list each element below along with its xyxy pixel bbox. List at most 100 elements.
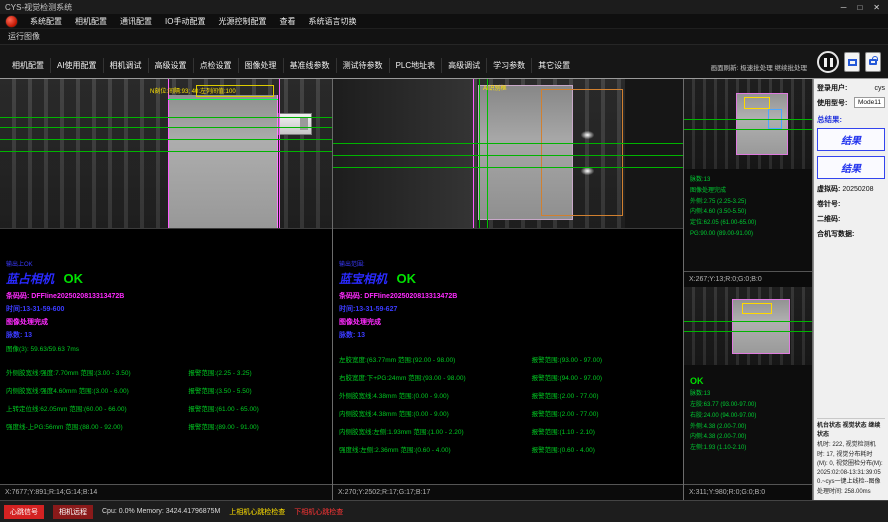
- tab-baseline-params[interactable]: 基准线参数: [284, 58, 337, 73]
- menu-item-light-control-config[interactable]: 光源控制配置: [218, 16, 266, 27]
- green-line-overlay: [333, 167, 683, 168]
- green-line-overlay: [333, 143, 683, 144]
- tab-advanced-settings[interactable]: 高级设置: [149, 58, 194, 73]
- menu-item-io-manual-config[interactable]: IO手动配置: [165, 16, 205, 27]
- process-status: 图像处理完成: [6, 317, 326, 327]
- tab-learning-params[interactable]: 学习参数: [487, 58, 532, 73]
- preview-line: 图像处理完成: [690, 186, 756, 197]
- login-user-value: cys: [875, 85, 886, 92]
- preview-line: 左胶:63.77 (93.00-97.00): [690, 400, 756, 411]
- alarm-range: 报警范围:(2.25 - 3.25): [188, 367, 251, 377]
- tab-plc-address[interactable]: PLC地址表: [390, 58, 443, 73]
- measure-value: 内侧胶宽线:强度4.60mm 范围:(3.00 - 6.00): [6, 385, 188, 395]
- maximize-button[interactable]: □: [857, 3, 862, 12]
- status-footer-line: (M): 0, 视觉圈检分布(M):: [817, 460, 885, 469]
- machine-status-footer: 机台状态 视觉状态 继续状态 机时: 222, 视觉检测机 时: 17, 视觉分…: [817, 418, 885, 497]
- green-line-overlay: [684, 129, 812, 130]
- measure-value: 内侧胶宽线:4.38mm 范围:(0.00 - 9.00): [339, 408, 532, 418]
- tab-camera-debug[interactable]: 相机调试: [104, 58, 149, 73]
- sub-measure-line: 图像(3): 59.63/59.63 7ms: [6, 343, 326, 353]
- pixel-coord-bar-mid: X:270;Y:2502;R:17;G:17;B:17: [333, 484, 683, 500]
- preview-camera-top[interactable]: 脉数:13 图像处理完成 外侧:2.75 (2.25-3.25) 内侧:4.60…: [684, 79, 812, 271]
- measure-value: 外侧胶宽线:强度:7.70mm 范围:(3.00 - 3.50): [6, 367, 188, 377]
- green-line-overlay: [0, 139, 332, 140]
- camera-image-mid[interactable]: AI识别框: [333, 79, 683, 229]
- pixel-coord-bar-left: X:7677;Y:891;R:14;G:14;B:14: [0, 484, 332, 500]
- green-line-overlay: [0, 127, 332, 128]
- measure-value: 强度线-上PG:56mm 范围:(88.00 - 92.00): [6, 421, 188, 431]
- tab-advanced-debug[interactable]: 高级调试: [442, 58, 487, 73]
- machinery-region: [333, 79, 473, 228]
- menu-item-system-config[interactable]: 系统配置: [30, 16, 62, 27]
- machinery-region: [625, 79, 683, 228]
- camera-panel-left: N刻位:间隔:93; 40:左列间值:100 输出上OK 蓝占相机 OK 条码码…: [0, 79, 333, 500]
- alarm-range: 报警范围:(3.50 - 5.50): [188, 385, 251, 395]
- tab-test-params[interactable]: 测试待参数: [337, 58, 390, 73]
- alarm-range: 报警范围:(93.00 - 97.00): [532, 354, 602, 364]
- menu-item-language-switch[interactable]: 系统语言切换: [308, 16, 356, 27]
- tab-ai-config[interactable]: AI使用配置: [51, 58, 104, 73]
- measure-value: 外侧胶宽线:4.38mm 范围:(0.00 - 9.00): [339, 390, 532, 400]
- menu-item-view[interactable]: 查看: [279, 16, 295, 27]
- green-line-overlay: [333, 155, 683, 156]
- camera-result-title: 蓝占相机 OK: [6, 270, 326, 288]
- output-status-small: 输出上OK: [6, 259, 326, 268]
- alarm-range: 报警范围:(2.00 - 77.00): [532, 408, 599, 418]
- pause-button[interactable]: [817, 51, 839, 73]
- lower-camera-heartbeat-warning: 下相机心跳检查: [294, 507, 343, 517]
- inspected-part: [168, 95, 278, 228]
- virtual-code-field: 虚拟码:20250208: [817, 184, 885, 194]
- lock-button[interactable]: [865, 52, 881, 72]
- preview-result-text: 脉数:13 图像处理完成 外侧:2.75 (2.25-3.25) 内侧:4.60…: [690, 175, 756, 240]
- camera-remote-badge[interactable]: 相机远程: [53, 505, 93, 519]
- heartbeat-badge[interactable]: 心跳信号: [4, 505, 44, 519]
- preview-line: PG:90.00 (89.00-91.00): [690, 229, 756, 240]
- tab-camera-config[interactable]: 相机配置: [6, 58, 51, 73]
- measurement-rows: 左胶宽度:(63.77mm 范围:(92.00 - 98.00)报警范围:(93…: [339, 354, 677, 454]
- green-line-overlay: [684, 331, 812, 332]
- alarm-range: 报警范围:(94.00 - 97.00): [532, 372, 602, 382]
- overlay-note: AI识别框: [483, 83, 507, 92]
- tab-image-processing[interactable]: 图像处理: [239, 58, 284, 73]
- close-button[interactable]: ✕: [873, 3, 880, 12]
- toolbar: 相机配置 AI使用配置 相机调试 高级设置 点检设置 图像处理 基准线参数 测试…: [0, 45, 888, 78]
- toolbar-note: 画面刷新: 极速批处理 继续批处理: [711, 62, 813, 78]
- tab-other-settings[interactable]: 其它设置: [532, 58, 576, 73]
- measurement-row: 外侧胶宽线:4.38mm 范围:(0.00 - 9.00)报警范围:(2.00 …: [339, 390, 677, 400]
- reel-number-label: 卷针号:: [817, 201, 840, 208]
- measurement-row: 左胶宽度:(63.77mm 范围:(92.00 - 98.00)报警范围:(93…: [339, 354, 677, 364]
- menu-item-comm-config[interactable]: 通讯配置: [120, 16, 152, 27]
- output-status-small: 输出范围:: [339, 259, 677, 268]
- status-footer-line: 0.~cys一键上线检--图像: [817, 478, 885, 487]
- camera-panel-mid: AI识别框 输出范围: 蓝宝相机 OK 条码码: DFFIine20250208…: [333, 79, 684, 500]
- preview-camera-bottom[interactable]: OK 脉数:13 左胶:63.77 (93.00-97.00) 右胶:24.00…: [684, 287, 812, 484]
- preview-line: 脉数:13: [690, 389, 756, 400]
- green-line-overlay: [0, 151, 332, 152]
- tab-spot-check[interactable]: 点检设置: [194, 58, 239, 73]
- model-select[interactable]: Mode11: [854, 97, 885, 108]
- preview-line: 左侧:1.93 (1.10-2.10): [690, 443, 756, 454]
- process-status: 图像处理完成: [339, 317, 677, 327]
- qr-code-field: 二维码:: [817, 214, 885, 224]
- status-footer-line: 机时: 222, 视觉检测机: [817, 441, 885, 450]
- status-footer-line: 处理时间: 258.00ms: [817, 488, 885, 497]
- camera-image-left[interactable]: N刻位:间隔:93; 40:左列间值:100: [0, 79, 332, 229]
- measure-value: 内侧胶宽线:左侧:1.93mm 范围:(1.00 - 2.20): [339, 426, 532, 436]
- green-line-overlay: [168, 99, 278, 100]
- pixel-coord-bar-preview-bottom: X:311;Y:980;R:0;G:0;B:0: [684, 484, 812, 500]
- run-image-tab[interactable]: 运行图像: [0, 29, 888, 45]
- ai-detect-box-overlay: [541, 89, 623, 216]
- minimize-button[interactable]: ─: [841, 3, 847, 12]
- result-box-2: 结果: [817, 156, 885, 179]
- roi-box-overlay: [744, 97, 770, 109]
- snapshot-button[interactable]: [844, 52, 860, 72]
- alarm-range: 报警范围:(1.10 - 2.10): [532, 426, 595, 436]
- virtual-code-value: 20250208: [842, 186, 873, 193]
- preview-line: 脉数:13: [690, 175, 756, 186]
- measurement-row: 内侧胶宽线:强度4.60mm 范围:(3.00 - 6.00)报警范围:(3.5…: [6, 385, 326, 395]
- measure-value: 左胶宽度:(63.77mm 范围:(92.00 - 98.00): [339, 354, 532, 364]
- menu-item-camera-config[interactable]: 相机配置: [75, 16, 107, 27]
- measurement-row: 右胶宽度:下+PG:24mm 范围:(93.00 - 98.00)报警范围:(9…: [339, 372, 677, 382]
- title-bar: CYS-视觉检测系统 ─ □ ✕: [0, 0, 888, 14]
- alarm-range: 报警范围:(0.60 - 4.00): [532, 444, 595, 454]
